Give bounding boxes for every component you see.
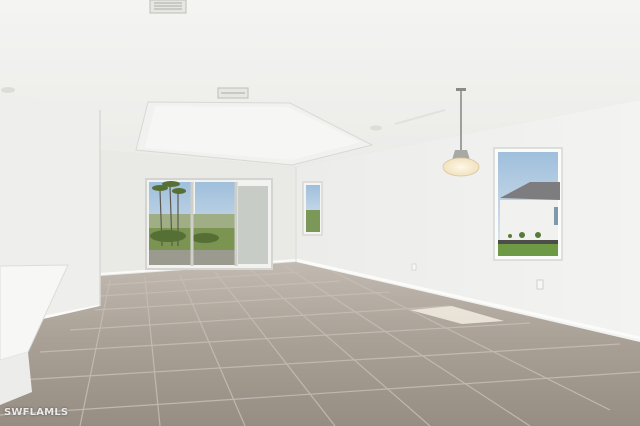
recessed-light-icon [1,87,15,93]
wall-outlet [536,279,544,290]
ceiling-return-vent [217,87,249,99]
small-window [302,181,323,236]
room-photo [0,0,640,426]
wall-outlet [411,263,417,271]
recessed-light-icon [370,125,382,131]
sliding-door [145,178,273,270]
mls-watermark: SWFLAMLS [4,407,69,418]
right-window [493,147,563,261]
ceiling-vent [149,0,187,14]
